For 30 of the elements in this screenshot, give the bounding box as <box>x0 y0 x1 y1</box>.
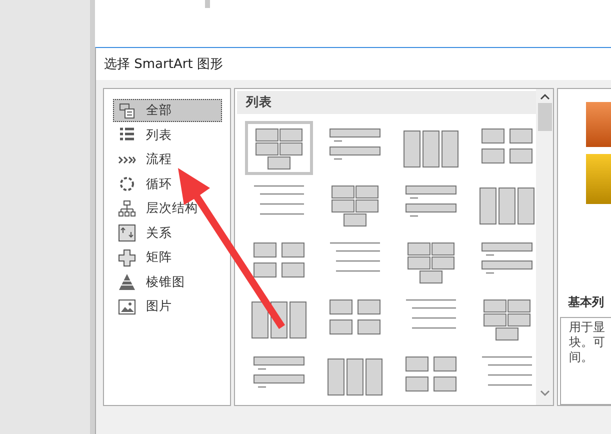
document-icon <box>118 102 136 120</box>
scrollbar-thumb[interactable] <box>538 103 552 131</box>
gallery-heading: 列表 <box>237 91 536 114</box>
description-text: 用于显 <box>569 320 606 335</box>
category-item[interactable]: 全部 <box>113 99 222 122</box>
hierarchy-icon <box>118 200 136 218</box>
category-item[interactable]: 关系 <box>113 222 222 244</box>
relationship-icon <box>118 224 136 242</box>
layout-thumbnail[interactable] <box>245 121 313 175</box>
layout-name: 基本列 <box>568 294 605 311</box>
description-text: 间。 <box>569 350 594 365</box>
description-text: 块。可 <box>569 335 606 350</box>
category-item[interactable]: 矩阵 <box>113 246 222 269</box>
category-item[interactable]: 循环 <box>113 172 222 196</box>
dialog-title: 选择 SmartArt 图形 <box>104 56 223 73</box>
preview-shape <box>586 154 611 204</box>
scroll-marker <box>205 0 210 8</box>
chevron-down-icon[interactable] <box>540 390 550 397</box>
category-item[interactable]: 流程 <box>113 148 222 171</box>
cross-icon <box>118 248 136 266</box>
preview-shape <box>586 102 611 147</box>
category-item[interactable]: 棱锥图 <box>113 270 222 294</box>
cycle-icon <box>118 175 136 193</box>
chevron-up-icon[interactable] <box>540 93 550 100</box>
category-item[interactable]: 列表 <box>113 124 222 146</box>
pyramid-icon <box>118 273 136 291</box>
category-item[interactable]: 图片 <box>113 295 222 318</box>
category-item[interactable]: 层次结构 <box>113 197 222 220</box>
scrollbar[interactable] <box>536 89 553 405</box>
picture-icon <box>118 298 136 316</box>
